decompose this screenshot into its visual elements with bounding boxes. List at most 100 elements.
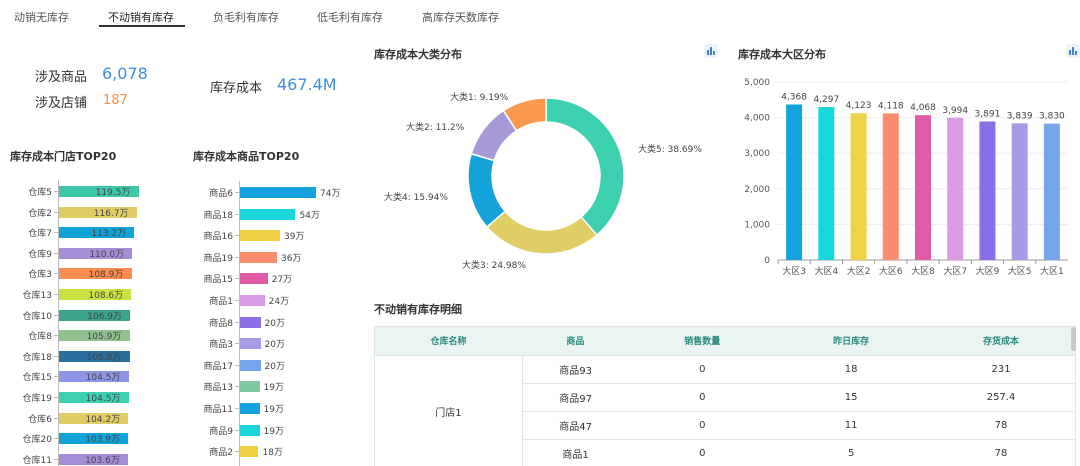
bar-value-label: 4,123	[846, 101, 872, 111]
bar-label: 仓库9	[28, 249, 52, 260]
tab-no-sales-with-stock[interactable]: 不动销有库存	[108, 9, 174, 25]
category-chart-title: 库存成本大类分布	[374, 48, 462, 61]
x-tick-label: 大区9	[976, 265, 1000, 277]
bar-value-label: 19万	[263, 426, 284, 437]
bar-value-label: 4,118	[878, 101, 904, 111]
x-tick-label: 大区8	[911, 265, 935, 277]
bar[interactable]	[240, 338, 261, 350]
y-tick-label: 5,000	[744, 78, 770, 88]
cost-cell: 78	[926, 411, 1076, 440]
region-bar[interactable]	[1011, 123, 1028, 260]
axis-tick	[54, 191, 58, 192]
bar-label: 仓库8	[28, 332, 52, 343]
tab-low-margin[interactable]: 低毛利有库存	[317, 9, 383, 25]
stock-cell: 15	[776, 383, 927, 412]
axis-tick	[235, 429, 239, 431]
region-bar[interactable]	[850, 113, 867, 261]
download-icon[interactable]	[704, 44, 718, 58]
bar-value-label: 3,891	[975, 109, 1001, 119]
bar-value-label: 27万	[271, 275, 293, 286]
donut-slice[interactable]	[545, 97, 625, 237]
bar-label: 商品17	[203, 361, 233, 372]
bar-label: 商品16	[203, 232, 233, 243]
bar-value-label: 119.5万	[95, 188, 131, 198]
product-top20-title: 库存成本商品TOP20	[193, 150, 300, 163]
donut-slice[interactable]	[467, 152, 507, 229]
column-header[interactable]: 存货成本	[926, 326, 1076, 356]
region-bar[interactable]	[818, 107, 835, 260]
qty-cell: 0	[628, 355, 777, 384]
region-bar[interactable]	[882, 113, 899, 260]
bar-value-label: 20万	[264, 361, 285, 372]
axis-tick	[54, 417, 58, 419]
axis-tick	[54, 314, 58, 316]
y-tick-label: 0	[764, 256, 770, 266]
bar-label: 仓库7	[28, 229, 52, 240]
bar[interactable]	[240, 403, 260, 414]
bar-value-label: 20万	[264, 340, 285, 351]
bar-value-label: 110.0万	[89, 249, 125, 260]
bar-value-label: 19万	[263, 405, 284, 415]
donut-slice[interactable]	[485, 210, 598, 255]
region-bar[interactable]	[786, 104, 803, 260]
axis-tick	[54, 232, 58, 234]
region-bar[interactable]	[1043, 123, 1060, 260]
store-name-cell: 门店1	[374, 355, 523, 466]
stock-cell: 5	[776, 439, 927, 466]
tab-negative-margin[interactable]: 负毛利有库存	[213, 9, 279, 25]
bar-value-label: 108.9万	[88, 270, 124, 281]
download-icon[interactable]	[1066, 44, 1080, 58]
x-tick-label: 大区6	[879, 265, 903, 277]
axis-tick	[54, 355, 58, 357]
bar-label: 商品2	[209, 448, 233, 459]
bar-label: 商品8	[209, 318, 233, 329]
bar[interactable]	[240, 230, 281, 242]
bar[interactable]	[240, 251, 277, 263]
bar-label: 商品18	[203, 210, 233, 221]
bar[interactable]	[240, 359, 261, 371]
tab-high-stock-days[interactable]: 高库存天数库存	[422, 9, 499, 25]
bar-value-label: 104.2万	[85, 414, 121, 425]
bar[interactable]	[240, 208, 296, 220]
bar[interactable]	[240, 446, 259, 458]
column-header[interactable]: 商品	[522, 326, 629, 356]
bar-label: 仓库13	[22, 291, 52, 301]
bar-label: 商品6	[209, 189, 233, 199]
bar[interactable]	[240, 273, 268, 285]
bar-label: 仓库20	[22, 435, 52, 446]
tab-moving-no-stock[interactable]: 动销无库存	[14, 9, 69, 25]
product-cell: 商品93	[522, 355, 629, 384]
region-chart-title: 库存成本大区分布	[738, 48, 826, 61]
x-tick-label: 大区4	[814, 265, 838, 277]
region-bar[interactable]	[947, 117, 964, 260]
bar-value-label: 4,068	[910, 103, 936, 113]
column-header[interactable]: 销售数量	[628, 326, 777, 356]
bar[interactable]	[240, 187, 316, 198]
table-scrollbar[interactable]	[1071, 327, 1076, 351]
bar-label: 仓库5	[28, 188, 52, 198]
bar-value-label: 105.9万	[86, 332, 122, 343]
axis-tick	[235, 451, 239, 453]
axis-tick	[235, 300, 239, 301]
bar[interactable]	[240, 316, 261, 328]
bar-label: 商品19	[203, 253, 233, 264]
column-header[interactable]: 昨日库存	[776, 326, 927, 356]
region-bar[interactable]	[915, 115, 931, 260]
column-header[interactable]: 仓库名称	[374, 326, 523, 356]
axis-tick	[235, 386, 239, 388]
bar-label: 仓库10	[22, 311, 52, 322]
axis-tick	[54, 211, 58, 213]
axis-tick	[54, 438, 58, 440]
cost-value: 467.4M	[277, 75, 337, 94]
stock-cell: 18	[776, 355, 927, 384]
y-tick-label: 2,000	[744, 185, 770, 195]
product-cell: 商品47	[522, 411, 629, 440]
stock-cell: 11	[776, 411, 927, 440]
axis-tick	[235, 213, 239, 215]
bar[interactable]	[240, 424, 260, 436]
bar[interactable]	[240, 381, 260, 393]
bar[interactable]	[240, 295, 265, 306]
slice-label: 大类4: 15.94%	[384, 191, 448, 203]
bar-value-label: 20万	[264, 318, 285, 329]
region-bar[interactable]	[979, 121, 996, 260]
